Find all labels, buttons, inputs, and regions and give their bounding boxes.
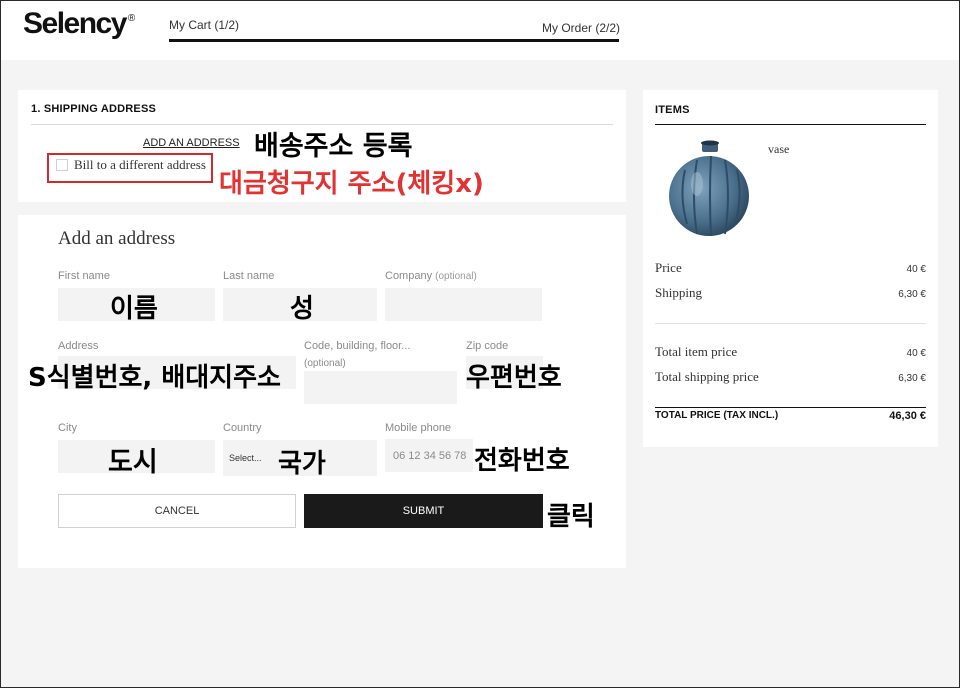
zip-code-label: Zip code (466, 340, 509, 352)
total-shipping-value: 6,30 € (898, 373, 926, 384)
last-name-label: Last name (223, 270, 275, 282)
building-label: Code, building, floor... (304, 340, 411, 352)
annotation-country: 국가 (278, 449, 326, 479)
building-input[interactable] (304, 371, 457, 404)
price-label: Price (655, 260, 682, 275)
annotation-register-address: 배송주소 등록 (254, 131, 413, 162)
country-label: Country (223, 422, 262, 434)
vase-image[interactable] (665, 140, 753, 238)
company-label: Company (optional) (385, 270, 477, 282)
divider (655, 407, 926, 408)
shipping-title: 1. SHIPPING ADDRESS (31, 103, 157, 115)
city-label: City (58, 422, 77, 434)
divider (655, 124, 926, 125)
annotation-zip: 우편번호 (466, 363, 562, 393)
annotation-address: S식별번호, 배대지주소 (28, 363, 281, 393)
product-name[interactable]: vase (768, 142, 789, 157)
items-title: ITEMS (655, 104, 690, 116)
total-price-label: TOTAL PRICE (TAX INCL.) (655, 410, 779, 421)
submit-button[interactable]: SUBMIT (304, 494, 543, 528)
progress-bar (169, 39, 619, 42)
total-price-value: 46,30 € (889, 410, 926, 422)
address-label: Address (58, 340, 99, 352)
registered-mark: ® (127, 13, 136, 24)
shipping-label: Shipping (655, 285, 702, 300)
step-my-order[interactable]: My Order (2/2) (542, 21, 620, 35)
total-item-value: 40 € (906, 348, 926, 359)
order-summary-card: ITEMS vase Price 40 € Shipping 6,30 € To… (643, 90, 938, 447)
selency-logo[interactable]: Selency ® (23, 7, 136, 41)
total-item-label: Total item price (655, 344, 738, 359)
annotation-billing-note: 대금청구지 주소(체킹x) (219, 169, 484, 199)
add-address-link[interactable]: ADD AN ADDRESS (143, 137, 240, 149)
building-optional: (optional) (304, 358, 346, 369)
annotation-phone: 전화번호 (474, 446, 570, 476)
annotation-surname: 성 (290, 294, 314, 324)
divider (655, 323, 926, 324)
form-heading: Add an address (58, 228, 176, 249)
mobile-phone-label: Mobile phone (385, 422, 452, 434)
bill-different-checkbox[interactable] (56, 159, 68, 171)
first-name-label: First name (58, 270, 110, 282)
annotation-click: 클릭 (547, 502, 595, 532)
annotation-city: 도시 (108, 447, 158, 478)
checkout-header: Selency ® My Cart (1/2) My Order (2/2) (1, 1, 959, 60)
mobile-phone-input[interactable] (385, 439, 473, 472)
shipping-value: 6,30 € (898, 289, 926, 300)
company-optional: (optional) (435, 271, 477, 282)
cancel-button[interactable]: CANCEL (58, 494, 296, 528)
company-input[interactable] (385, 288, 542, 321)
bill-different-label: Bill to a different address (74, 157, 206, 172)
annotation-name: 이름 (110, 294, 158, 324)
price-value: 40 € (906, 264, 926, 275)
step-my-cart[interactable]: My Cart (1/2) (169, 18, 239, 32)
total-shipping-label: Total shipping price (655, 369, 759, 384)
